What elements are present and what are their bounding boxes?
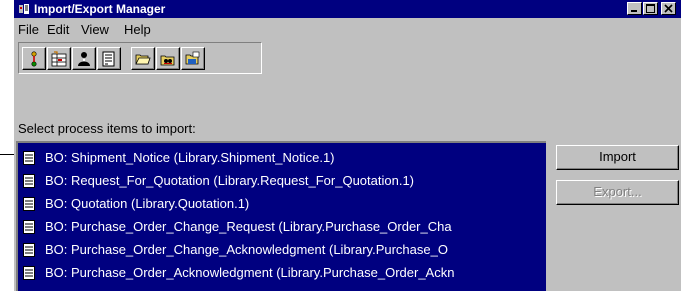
list-item[interactable]: BO: Purchase_Order_Change_Request (Libra…: [18, 215, 546, 238]
folder-export-icon: [185, 51, 200, 65]
process-items-list[interactable]: BO: Shipment_Notice (Library.Shipment_No…: [16, 141, 546, 291]
route-icon: [31, 51, 37, 67]
document-icon: [23, 266, 35, 280]
folder-open-icon: [135, 54, 151, 65]
list-item[interactable]: BO: Purchase_Order_Acknowledgment (Libra…: [18, 261, 546, 284]
app-icon: [18, 3, 30, 15]
window-title: Import/Export Manager: [34, 2, 166, 16]
document-icon: [23, 174, 35, 188]
list-item-label: BO: Quotation (Library.Quotation.1): [45, 196, 250, 211]
list-item[interactable]: BO: Shipment_Notice (Library.Shipment_No…: [18, 146, 546, 169]
close-icon: [664, 4, 673, 13]
document-icon: [23, 243, 35, 257]
list-item-label: BO: Request_For_Quotation (Library.Reque…: [45, 173, 415, 188]
maximize-button[interactable]: [643, 2, 658, 15]
list-item-label: BO: Shipment_Notice (Library.Shipment_No…: [45, 150, 335, 165]
document-button[interactable]: [97, 47, 121, 70]
export-folder-button[interactable]: [181, 47, 205, 70]
list-item-label: BO: Purchase_Order_Change_Request (Libra…: [45, 219, 452, 234]
open-folder-button[interactable]: [131, 47, 155, 70]
import-grid-button[interactable]: [47, 47, 71, 70]
list-item[interactable]: BO: Request_For_Quotation (Library.Reque…: [18, 169, 546, 192]
document-icon: [23, 220, 35, 234]
document-icon: [23, 151, 35, 165]
menu-help[interactable]: Help: [124, 22, 151, 38]
user-icon: [78, 52, 90, 66]
document-icon: [102, 51, 115, 67]
list-item[interactable]: BO: Quotation (Library.Quotation.1): [18, 192, 546, 215]
menu-edit[interactable]: Edit: [47, 22, 69, 38]
document-icon: [23, 197, 35, 211]
user-button[interactable]: [72, 47, 96, 70]
select-prompt-label: Select process items to import:: [18, 121, 196, 136]
menu-view[interactable]: View: [81, 22, 109, 38]
import-button[interactable]: Import: [556, 145, 679, 170]
import-export-window: Import/Export Manager File Edit View Hel…: [14, 0, 681, 291]
minimize-icon: [631, 10, 637, 12]
title-bar[interactable]: Import/Export Manager: [14, 0, 681, 18]
close-button[interactable]: [661, 2, 676, 15]
callout-line: [0, 154, 14, 155]
export-button[interactable]: Export...: [556, 180, 679, 205]
list-item[interactable]: BO: Purchase_Order_Change_Acknowledgment…: [18, 238, 546, 261]
minimize-button[interactable]: [627, 2, 642, 15]
maximize-icon: [646, 4, 655, 13]
mask-button[interactable]: [156, 47, 180, 70]
mask-icon: [160, 55, 175, 66]
import-grid-icon: [51, 51, 67, 67]
menu-bar: File Edit View Help: [14, 19, 681, 39]
menu-file[interactable]: File: [18, 22, 39, 38]
list-item-label: BO: Purchase_Order_Change_Acknowledgment…: [45, 242, 448, 257]
route-button[interactable]: [22, 47, 46, 70]
list-item-label: BO: Purchase_Order_Acknowledgment (Libra…: [45, 265, 455, 280]
